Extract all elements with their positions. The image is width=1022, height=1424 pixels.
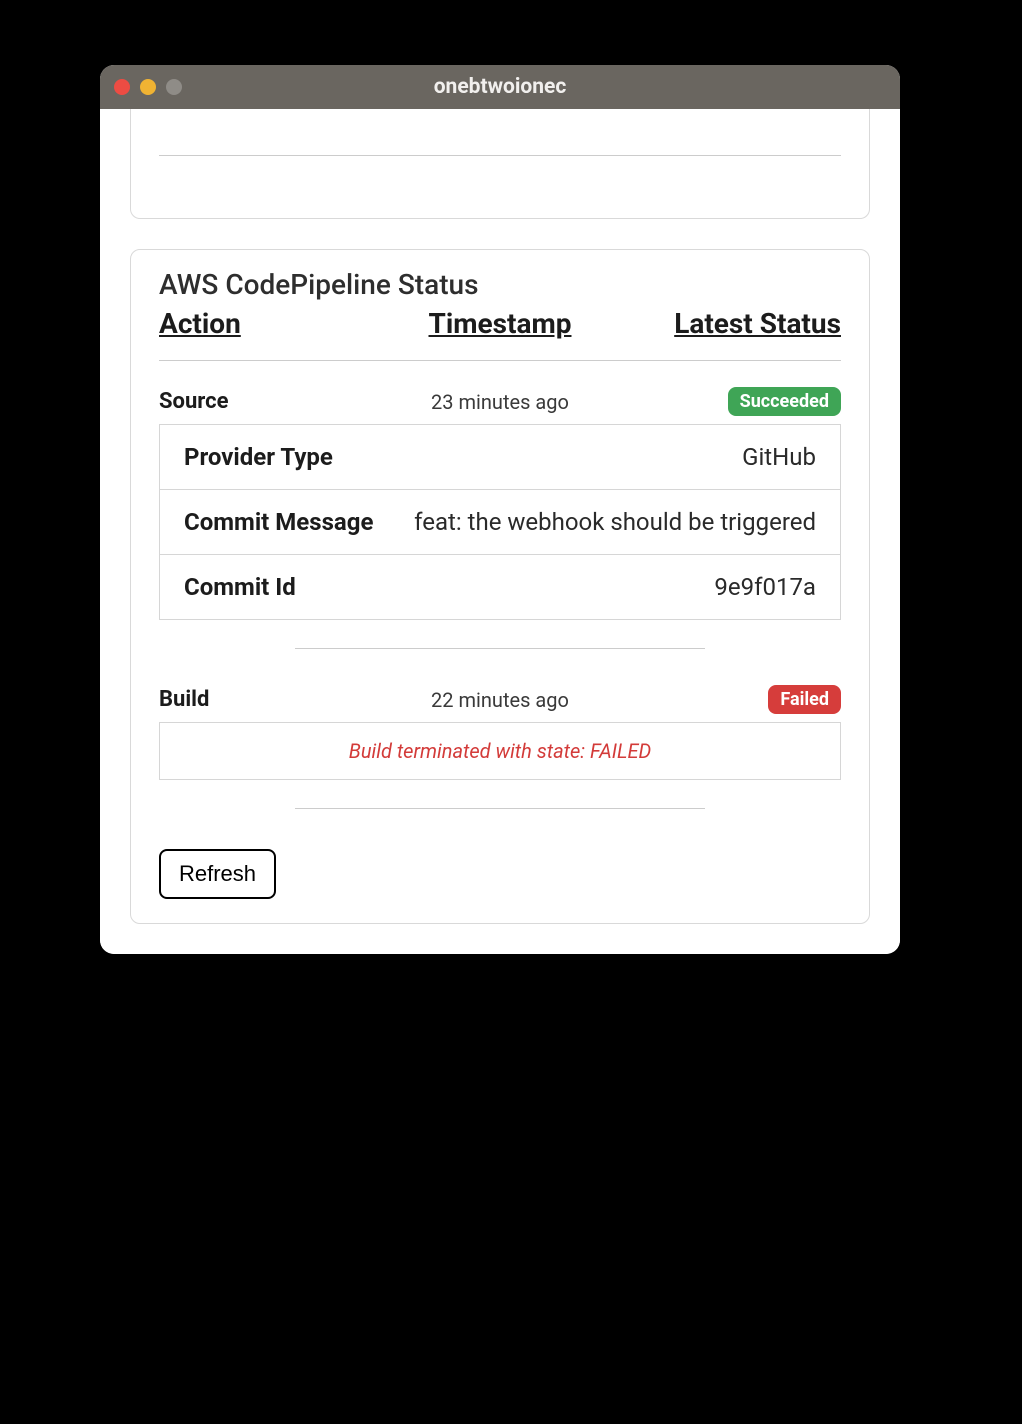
header-status: Latest Status: [614, 307, 841, 340]
build-error-message: Build terminated with state: FAILED: [159, 722, 841, 780]
close-icon[interactable]: [114, 79, 130, 95]
header-action: Action: [159, 307, 386, 340]
stage-timestamp: 22 minutes ago: [386, 688, 613, 712]
detail-value: 9e9f017a: [384, 573, 816, 601]
status-badge: Succeeded: [728, 387, 841, 416]
stage-name: Source: [159, 389, 386, 414]
detail-row: Commit Id 9e9f017a: [160, 554, 840, 619]
window-controls: [114, 79, 182, 95]
source-details: Provider Type GitHub Commit Message feat…: [159, 424, 841, 620]
divider: [159, 360, 841, 361]
table-header-row: Action Timestamp Latest Status: [159, 307, 841, 340]
minimize-icon[interactable]: [140, 79, 156, 95]
status-badge: Failed: [768, 685, 841, 714]
stage-row-source: Source 23 minutes ago Succeeded: [159, 387, 841, 416]
stage-row-build: Build 22 minutes ago Failed: [159, 685, 841, 714]
pipeline-card: AWS CodePipeline Status Action Timestamp…: [130, 249, 870, 924]
titlebar: onebtwoionec: [100, 65, 900, 109]
stage-name: Build: [159, 687, 386, 712]
window-title: onebtwoionec: [100, 75, 900, 99]
refresh-button[interactable]: Refresh: [159, 849, 276, 899]
detail-value: feat: the webhook should be triggered: [384, 508, 816, 536]
divider: [295, 808, 704, 809]
header-timestamp: Timestamp: [386, 307, 613, 340]
detail-label: Commit Id: [184, 573, 384, 601]
divider: [295, 648, 704, 649]
stage-timestamp: 23 minutes ago: [386, 390, 613, 414]
maximize-icon: [166, 79, 182, 95]
detail-row: Provider Type GitHub: [160, 425, 840, 489]
content-area: AWS CodePipeline Status Action Timestamp…: [100, 109, 900, 954]
divider: [159, 155, 841, 156]
detail-row: Commit Message feat: the webhook should …: [160, 489, 840, 554]
app-window: onebtwoionec AWS CodePipeline Status Act…: [100, 65, 900, 954]
detail-value: GitHub: [384, 443, 816, 471]
previous-card: [130, 109, 870, 219]
detail-label: Provider Type: [184, 443, 384, 471]
card-title: AWS CodePipeline Status: [159, 268, 841, 301]
detail-label: Commit Message: [184, 508, 384, 536]
